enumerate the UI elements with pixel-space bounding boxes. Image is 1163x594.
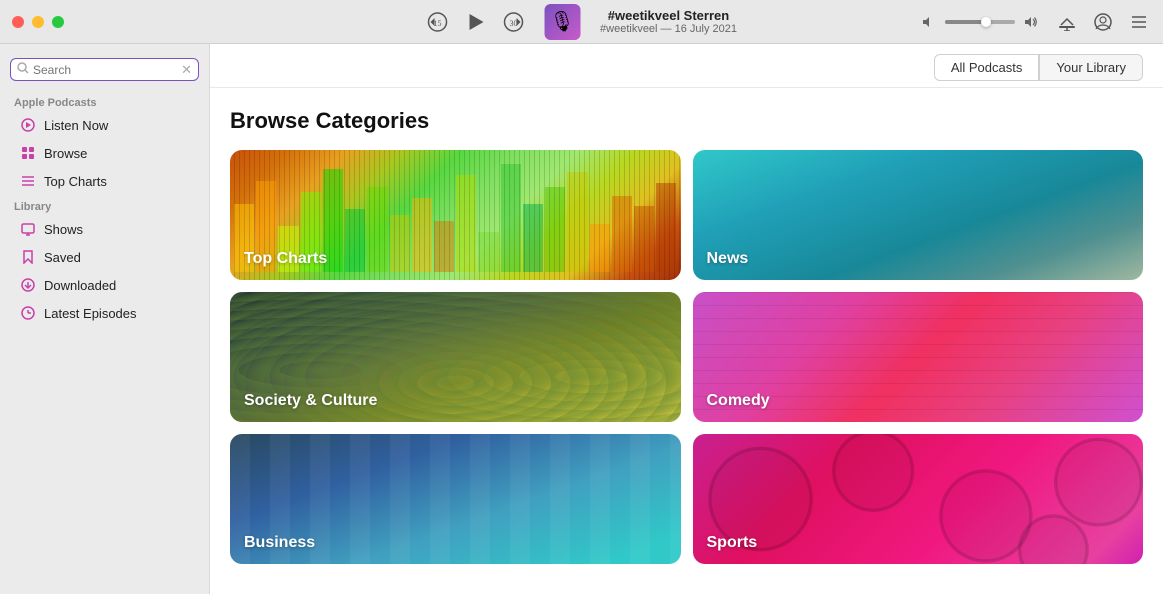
search-container: ✕ [0,54,209,91]
airplay-icon [1058,13,1076,31]
track-title: #weetikveel Sterren [608,8,729,23]
tab-all-podcasts[interactable]: All Podcasts [934,54,1040,81]
search-icon [17,62,29,77]
tab-your-library[interactable]: Your Library [1039,54,1143,81]
category-card-comedy[interactable]: Comedy [693,292,1144,422]
volume-up-button[interactable] [1019,10,1043,34]
track-artwork: 🎙 [544,4,580,40]
svg-text:30: 30 [509,19,517,28]
search-clear-button[interactable]: ✕ [181,63,192,76]
play-button[interactable] [464,11,486,33]
category-card-society[interactable]: Society & Culture [230,292,681,422]
main-layout: ✕ Apple Podcasts Listen Now [0,44,1163,594]
volume-low-icon [922,15,936,29]
category-label-business: Business [244,534,315,552]
browse-title: Browse Categories [230,108,1143,134]
fastforward-icon: 30 [502,11,524,33]
sidebar-item-saved[interactable]: Saved [6,244,203,270]
volume-down-button[interactable] [917,10,941,34]
top-charts-icon [20,173,36,189]
downloaded-label: Downloaded [44,278,116,293]
downloaded-icon [20,277,36,293]
sidebar-item-browse[interactable]: Browse [6,140,203,166]
category-card-news[interactable]: News [693,150,1144,280]
category-label-news: News [707,250,749,268]
listen-now-icon [20,117,36,133]
browse-icon [20,145,36,161]
shows-icon [20,221,36,237]
window-controls [12,16,64,28]
category-bg-news [693,150,1144,280]
menu-icon [1130,13,1148,31]
content-header: All Podcasts Your Library [210,44,1163,88]
sidebar-item-shows[interactable]: Shows [6,216,203,242]
play-icon [464,11,486,33]
category-label-society: Society & Culture [244,392,377,410]
sidebar-item-listen-now[interactable]: Listen Now [6,112,203,138]
account-icon [1094,13,1112,31]
header-tabs: All Podcasts Your Library [934,54,1143,81]
track-subtitle: #weetikveel — 16 July 2021 [600,23,737,35]
listen-now-label: Listen Now [44,118,108,133]
browse-label: Browse [44,146,87,161]
svg-text:15: 15 [433,19,441,28]
category-label-comedy: Comedy [707,392,770,410]
rewind-icon: 15 [426,11,448,33]
volume-control [917,10,1043,34]
titlebar-right [917,10,1151,34]
content-body: Browse Categories [210,88,1163,594]
menu-button[interactable] [1127,10,1151,34]
latest-episodes-icon [20,305,36,321]
sidebar-item-downloaded[interactable]: Downloaded [6,272,203,298]
category-card-business[interactable]: Business [230,434,681,564]
content-area: All Podcasts Your Library Browse Categor… [210,44,1163,594]
maximize-button[interactable] [52,16,64,28]
top-charts-label: Top Charts [44,174,107,189]
account-button[interactable] [1091,10,1115,34]
saved-label: Saved [44,250,81,265]
titlebar: 15 30 🎙 #weetikveel Sterren [0,0,1163,44]
sports-decoration [693,434,1144,564]
category-card-sports[interactable]: Sports [693,434,1144,564]
sidebar-item-latest-episodes[interactable]: Latest Episodes [6,300,203,326]
latest-episodes-label: Latest Episodes [44,306,137,321]
category-label-top-charts: Top Charts [244,250,327,268]
sidebar: ✕ Apple Podcasts Listen Now [0,44,210,594]
track-info: #weetikveel Sterren #weetikveel — 16 Jul… [600,8,737,35]
category-card-top-charts[interactable]: Top Charts [230,150,681,280]
volume-slider[interactable] [945,20,1015,24]
search-input-wrapper: ✕ [10,58,199,81]
minimize-button[interactable] [32,16,44,28]
transport-controls: 15 30 [426,11,524,33]
sidebar-section-library: Library [0,195,209,215]
categories-grid: Top Charts News Society & Culture [230,150,1143,564]
shows-label: Shows [44,222,83,237]
rewind-button[interactable]: 15 [426,11,448,33]
search-input[interactable] [33,63,177,77]
airplay-button[interactable] [1055,10,1079,34]
volume-high-icon [1024,15,1038,29]
category-label-sports: Sports [707,534,758,552]
sidebar-section-apple-podcasts: Apple Podcasts [0,91,209,111]
titlebar-center: 15 30 🎙 #weetikveel Sterren [426,4,737,40]
category-bg-sports [693,434,1144,564]
close-button[interactable] [12,16,24,28]
saved-icon [20,249,36,265]
fastforward-button[interactable]: 30 [502,11,524,33]
sidebar-item-top-charts[interactable]: Top Charts [6,168,203,194]
